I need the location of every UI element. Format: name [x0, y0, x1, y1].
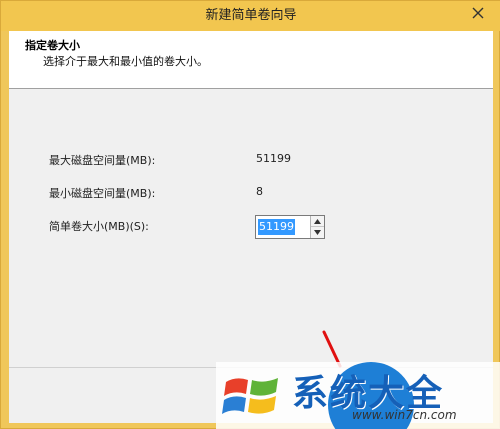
page-title: 指定卷大小	[25, 39, 80, 52]
page-subtitle: 选择介于最大和最小值的卷大小。	[43, 55, 208, 68]
title-bar[interactable]: 新建简单卷向导	[1, 1, 500, 31]
window-title: 新建简单卷向导	[205, 8, 297, 23]
min-space-label: 最小磁盘空间量(MB):	[49, 187, 156, 200]
stepper-up-button[interactable]	[311, 216, 324, 227]
watermark: 系统大全 www.win7cn.com	[216, 362, 500, 429]
volume-size-label: 简单卷大小(MB)(S):	[49, 220, 149, 233]
max-space-label: 最大磁盘空间量(MB):	[49, 154, 156, 167]
close-button[interactable]	[463, 1, 493, 25]
windows-logo-icon	[222, 378, 278, 414]
close-icon	[472, 7, 484, 19]
max-space-value: 51199	[256, 152, 291, 165]
volume-size-stepper[interactable]: 51199	[255, 215, 325, 239]
chevron-up-icon	[314, 218, 321, 224]
chevron-down-icon	[314, 230, 321, 235]
volume-size-input[interactable]: 51199	[258, 219, 295, 235]
min-space-value: 8	[256, 185, 263, 198]
wizard-header: 指定卷大小 选择介于最大和最小值的卷大小。	[9, 31, 493, 89]
stepper-buttons	[310, 216, 324, 238]
watermark-url: www.win7cn.com	[352, 408, 457, 422]
stepper-down-button[interactable]	[311, 227, 324, 238]
